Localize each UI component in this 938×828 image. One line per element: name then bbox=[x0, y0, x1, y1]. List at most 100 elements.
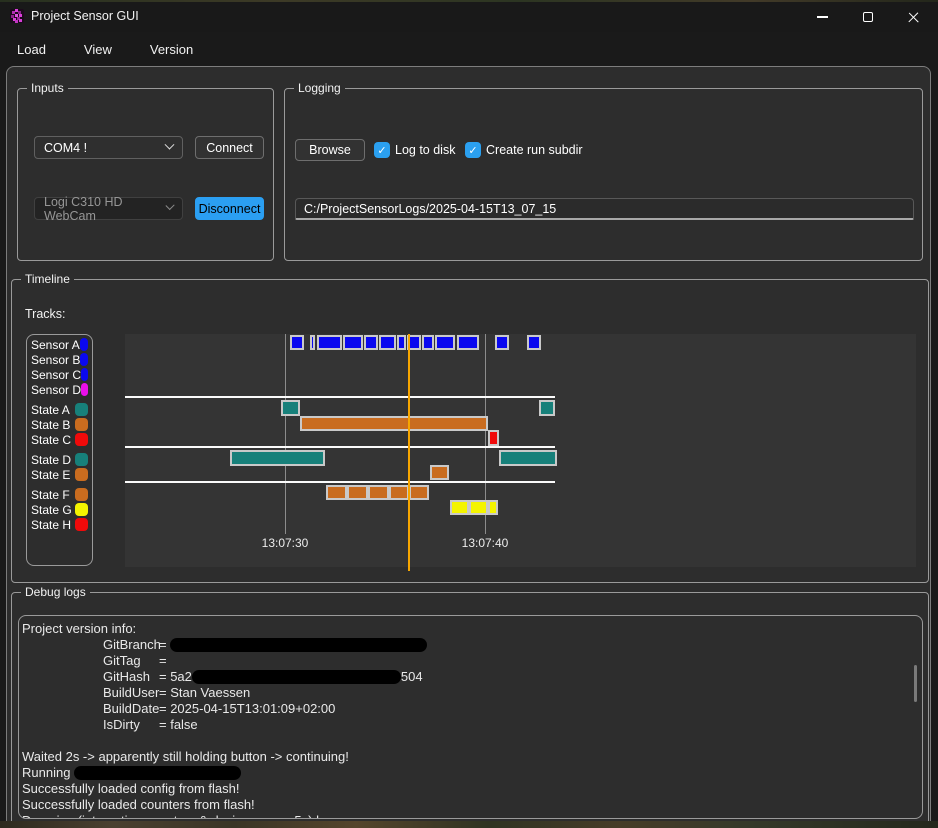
timeline-bar-state-g bbox=[469, 500, 488, 515]
com-port-value: COM4 ! bbox=[44, 141, 87, 155]
track-color-chip bbox=[75, 453, 88, 466]
track-name: State B bbox=[31, 418, 70, 432]
track-color-chip bbox=[80, 338, 88, 351]
timeline-bar-sensor-a bbox=[397, 335, 406, 350]
timeline-bar-state-g bbox=[488, 500, 498, 515]
track-color-chip bbox=[75, 468, 88, 481]
title-bar[interactable]: Project Sensor GUI bbox=[0, 2, 938, 32]
close-icon bbox=[908, 11, 920, 23]
timeline-group: Timeline Tracks: Sensor ASensor BSensor … bbox=[11, 279, 929, 583]
track-name: State C bbox=[31, 433, 71, 447]
playhead-cursor[interactable] bbox=[408, 334, 410, 571]
log-key: GitHash bbox=[103, 669, 159, 685]
create-run-subdir-label: Create run subdir bbox=[486, 142, 583, 158]
log-line: Project version info: bbox=[22, 621, 922, 637]
timeline-bar-state-g bbox=[450, 500, 469, 515]
track-list: Sensor ASensor BSensor CSensor DState AS… bbox=[26, 334, 93, 566]
timeline-bar-sensor-a bbox=[290, 335, 304, 350]
log-line: Waited 2s -> apparently still holding bu… bbox=[22, 749, 922, 765]
log-text: Successfully loaded config from flash! bbox=[22, 781, 240, 796]
track-row-sensor-c[interactable]: Sensor C bbox=[27, 367, 92, 382]
log-text: = bbox=[159, 637, 170, 652]
track-row-sensor-a[interactable]: Sensor A bbox=[27, 337, 92, 352]
track-color-chip bbox=[81, 368, 88, 381]
main-panel: Inputs COM4 ! Connect Logi C310 HD WebCa… bbox=[6, 66, 931, 823]
track-name: Sensor D bbox=[31, 383, 81, 397]
log-key: IsDirty bbox=[103, 717, 159, 733]
track-group-separator bbox=[125, 396, 555, 398]
camera-select[interactable]: Logi C310 HD WebCam bbox=[34, 197, 183, 220]
track-row-state-f[interactable]: State F bbox=[27, 487, 92, 502]
log-line: IsDirty= false bbox=[22, 717, 922, 733]
browse-button[interactable]: Browse bbox=[295, 139, 365, 161]
log-line: BuildUser= Stan Vaessen bbox=[22, 685, 922, 701]
log-text: = 5a2 bbox=[159, 669, 192, 684]
timeline-bar-sensor-a bbox=[317, 335, 342, 350]
menu-item-load[interactable]: Load bbox=[11, 38, 52, 61]
track-row-state-h[interactable]: State H bbox=[27, 517, 92, 532]
track-row-state-c[interactable]: State C bbox=[27, 432, 92, 447]
redacted-text bbox=[74, 766, 241, 780]
track-name: Sensor A bbox=[31, 338, 80, 352]
disconnect-button[interactable]: Disconnect bbox=[195, 197, 264, 220]
menu-item-version[interactable]: Version bbox=[144, 38, 199, 61]
log-text: Successfully loaded counters from flash! bbox=[22, 797, 255, 812]
log-to-disk-label: Log to disk bbox=[395, 142, 455, 158]
timeline-bar-state-f bbox=[409, 485, 429, 500]
timeline-bar-sensor-a bbox=[364, 335, 378, 350]
app-icon bbox=[9, 8, 25, 24]
debug-logs-group: Debug logs Project version info:GitBranc… bbox=[11, 592, 929, 823]
desktop-background-bottom bbox=[0, 821, 938, 828]
log-key: BuildDate bbox=[103, 701, 159, 717]
log-key: GitTag bbox=[103, 653, 159, 669]
track-color-chip bbox=[75, 433, 88, 446]
com-port-select[interactable]: COM4 ! bbox=[34, 136, 183, 159]
timeline-bar-state-e bbox=[430, 465, 449, 480]
timeline-bar-state-a bbox=[281, 400, 300, 416]
debug-log-text[interactable]: Project version info:GitBranch= GitTag=G… bbox=[18, 615, 923, 819]
connect-button[interactable]: Connect bbox=[195, 136, 264, 159]
tracks-caption: Tracks: bbox=[25, 307, 66, 321]
track-row-state-d[interactable]: State D bbox=[27, 452, 92, 467]
timeline-bar-state-f bbox=[389, 485, 409, 500]
timeline-bar-sensor-a bbox=[422, 335, 434, 350]
maximize-icon bbox=[863, 12, 873, 22]
timeline-plot: 13:07:3013:07:40 bbox=[125, 334, 916, 567]
track-row-state-e[interactable]: State E bbox=[27, 467, 92, 482]
time-gridline bbox=[285, 334, 286, 534]
track-row-sensor-d[interactable]: Sensor D bbox=[27, 382, 92, 397]
track-color-chip bbox=[81, 383, 88, 396]
timeline-bar-sensor-a bbox=[343, 335, 363, 350]
inputs-group-label: Inputs bbox=[27, 81, 68, 96]
log-key: BuildUser bbox=[103, 685, 159, 701]
track-row-state-g[interactable]: State G bbox=[27, 502, 92, 517]
maximize-button[interactable] bbox=[845, 2, 891, 32]
log-text: Waited 2s -> apparently still holding bu… bbox=[22, 749, 349, 764]
track-group-separator bbox=[125, 446, 555, 448]
chevron-down-icon bbox=[165, 140, 175, 150]
track-color-chip bbox=[75, 403, 88, 416]
timeline-bar-state-b bbox=[300, 416, 488, 431]
track-color-chip bbox=[75, 503, 88, 516]
log-line: GitHash= 5a2504 bbox=[22, 669, 922, 685]
track-name: State E bbox=[31, 468, 70, 482]
track-row-state-b[interactable]: State B bbox=[27, 417, 92, 432]
log-scrollbar-thumb[interactable] bbox=[914, 665, 917, 702]
log-to-disk-checkbox[interactable] bbox=[374, 142, 390, 158]
redacted-text bbox=[192, 670, 401, 684]
track-row-state-a[interactable]: State A bbox=[27, 402, 92, 417]
create-run-subdir-checkbox[interactable] bbox=[465, 142, 481, 158]
close-button[interactable] bbox=[891, 2, 937, 32]
menu-item-view[interactable]: View bbox=[78, 38, 118, 61]
inputs-group: Inputs COM4 ! Connect Logi C310 HD WebCa… bbox=[17, 88, 274, 261]
timeline-bar-state-d bbox=[230, 450, 325, 466]
logging-group: Logging Browse Log to disk Create run su… bbox=[284, 88, 923, 261]
log-path-input[interactable] bbox=[295, 198, 914, 220]
track-row-sensor-b[interactable]: Sensor B bbox=[27, 352, 92, 367]
log-line bbox=[22, 733, 922, 749]
track-name: State G bbox=[31, 503, 72, 517]
track-name: State D bbox=[31, 453, 71, 467]
time-tick-label: 13:07:30 bbox=[262, 536, 309, 550]
minimize-button[interactable] bbox=[799, 2, 845, 32]
log-line: Dumping (interaction counters & devices … bbox=[22, 813, 922, 819]
